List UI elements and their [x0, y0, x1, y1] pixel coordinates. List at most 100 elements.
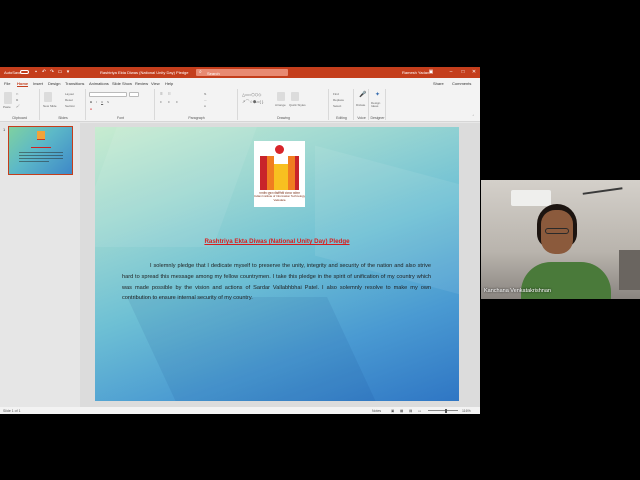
align-left-icon[interactable]: ≡: [160, 100, 162, 104]
logo-bar: [288, 156, 295, 190]
ceiling-fan: [582, 187, 624, 201]
logo-dot: [275, 145, 284, 154]
text-direction-icon[interactable]: ⇅: [204, 92, 207, 96]
logo-bar: [295, 156, 299, 190]
tab-design[interactable]: Design: [48, 81, 60, 86]
shapes-gallery[interactable]: △▭○⬠⬡◇: [242, 92, 261, 97]
zoom-slider-handle[interactable]: [445, 408, 447, 413]
ribbon-group-slides: New Slide Layout Reset Section Slides: [41, 89, 86, 120]
thumbnail-logo: [37, 131, 45, 140]
menu-bar: File Home Insert Design Transitions Anim…: [0, 78, 480, 87]
slide[interactable]: भारतीय सूचना प्रौद्योगिकी संस्थान वडोदरा…: [95, 127, 459, 401]
paste-button[interactable]: [4, 92, 12, 104]
ribbon-group-font: B I U S A Font: [87, 89, 155, 120]
reset-button[interactable]: Reset: [65, 98, 73, 102]
logo-bar: [274, 164, 281, 190]
group-label-font: Font: [116, 116, 124, 120]
layout-button[interactable]: Layout: [65, 92, 74, 96]
tab-transitions[interactable]: Transitions: [65, 81, 84, 86]
replace-button[interactable]: Replace: [333, 98, 344, 102]
undo-icon[interactable]: ↶: [41, 69, 47, 75]
select-button[interactable]: Select: [333, 104, 341, 108]
collapse-ribbon-icon[interactable]: ⌃: [472, 114, 475, 118]
status-bar: Slide 1 of 1 Notes ▣ ▦ ▤ ▭ 116%: [0, 407, 480, 414]
new-slide-button[interactable]: [44, 92, 52, 102]
font-name-select[interactable]: [89, 92, 127, 97]
group-label-paragraph: Paragraph: [188, 116, 205, 120]
minimize-button[interactable]: –: [447, 68, 455, 77]
redo-icon[interactable]: ↷: [49, 69, 55, 75]
tab-insert[interactable]: Insert: [33, 81, 43, 86]
thumbnail-text-line: [19, 161, 49, 162]
align-text-icon[interactable]: ⇔: [204, 98, 207, 102]
align-right-icon[interactable]: ≡: [176, 100, 178, 104]
save-icon[interactable]: ▪: [33, 69, 39, 75]
format-painter-icon[interactable]: 🖌: [16, 104, 20, 108]
quick-styles-button[interactable]: [291, 92, 299, 101]
participant-glasses: [545, 228, 569, 234]
customize-toolbar-icon[interactable]: ▾: [65, 69, 71, 75]
tab-slide-show[interactable]: Slide Show: [112, 81, 132, 86]
participant-video[interactable]: Kanchana Venkatakrishnan: [481, 180, 640, 299]
search-placeholder: Search: [207, 70, 220, 76]
autosave-toggle[interactable]: [20, 70, 29, 74]
zoom-level[interactable]: 116%: [462, 409, 471, 413]
close-button[interactable]: ✕: [470, 68, 478, 77]
comments-button[interactable]: Comments: [452, 81, 471, 86]
dictate-label: Dictate: [356, 103, 366, 107]
slideshow-view-icon[interactable]: ▭: [418, 409, 421, 413]
thumbnail-title-line: [31, 147, 51, 148]
slide-sorter-icon[interactable]: ▦: [400, 409, 403, 413]
underline-icon[interactable]: U: [101, 100, 103, 104]
smartart-icon[interactable]: ⧈: [204, 104, 206, 108]
ribbon-group-voice: 🎤 Dictate Voice: [355, 89, 369, 120]
maximize-button[interactable]: □: [459, 68, 467, 77]
notes-button[interactable]: Notes: [372, 409, 381, 413]
autosave-label: AutoSave: [4, 70, 22, 75]
background-facet: [127, 297, 383, 401]
font-size-select[interactable]: [129, 92, 139, 97]
tab-view[interactable]: View: [151, 81, 160, 86]
section-button[interactable]: Section: [65, 104, 75, 108]
search-box[interactable]: ⌕ Search: [196, 69, 288, 76]
find-button[interactable]: Find: [333, 92, 339, 96]
tab-review[interactable]: Review: [135, 81, 148, 86]
arrange-label: Arrange: [275, 103, 286, 107]
microphone-icon[interactable]: 🎤: [359, 92, 366, 98]
slide-title[interactable]: Rashtriya Ekta Diwas (National Unity Day…: [95, 238, 459, 245]
design-ideas-label: Design Ideas: [371, 101, 381, 109]
tab-help[interactable]: Help: [165, 81, 173, 86]
tab-home[interactable]: Home: [17, 81, 29, 87]
bullets-icon[interactable]: ☰: [160, 92, 163, 96]
user-name[interactable]: Ramesh Yadav: [402, 70, 429, 75]
ribbon-display-icon[interactable]: ▣: [428, 69, 434, 75]
ribbon-group-clipboard: Paste ✂ ⧉ 🖌 Clipboard: [0, 89, 40, 120]
strikethrough-icon[interactable]: S: [107, 100, 109, 104]
copy-icon[interactable]: ⧉: [16, 98, 18, 102]
reading-view-icon[interactable]: ▤: [409, 409, 412, 413]
align-center-icon[interactable]: ≡: [168, 100, 170, 104]
share-button[interactable]: Share: [433, 81, 444, 86]
slide-body-text[interactable]: I solemnly pledge that I dedicate myself…: [122, 261, 431, 304]
design-ideas-icon[interactable]: ✦: [375, 92, 380, 98]
cut-icon[interactable]: ✂: [16, 92, 19, 96]
zoom-slider[interactable]: [428, 410, 458, 411]
ribbon-group-designer: ✦ Design Ideas Designer: [370, 89, 386, 120]
slide-thumbnail[interactable]: [8, 126, 73, 175]
tab-file[interactable]: File: [4, 81, 10, 86]
arrange-button[interactable]: [277, 92, 285, 101]
numbering-icon[interactable]: ☷: [168, 92, 171, 96]
logo-bars: [260, 156, 299, 190]
italic-icon[interactable]: I: [96, 100, 97, 104]
logo-caption: भारतीय सूचना प्रौद्योगिकी संस्थान वडोदरा…: [254, 191, 305, 202]
font-color-icon[interactable]: A: [90, 107, 92, 111]
group-label-slides: Slides: [58, 116, 68, 120]
normal-view-icon[interactable]: ▣: [391, 409, 394, 413]
present-icon[interactable]: ▭: [57, 69, 63, 75]
institute-logo[interactable]: भारतीय सूचना प्रौद्योगिकी संस्थान वडोदरा…: [254, 141, 305, 207]
tab-animations[interactable]: Animations: [89, 81, 109, 86]
bold-icon[interactable]: B: [90, 100, 92, 104]
logo-bar: [281, 164, 288, 190]
slide-editing-canvas: भारतीय सूचना प्रौद्योगिकी संस्थान वडोदरा…: [80, 123, 480, 407]
shapes-gallery-row2[interactable]: ↗⌒☆⬢▱{ }: [242, 99, 263, 105]
